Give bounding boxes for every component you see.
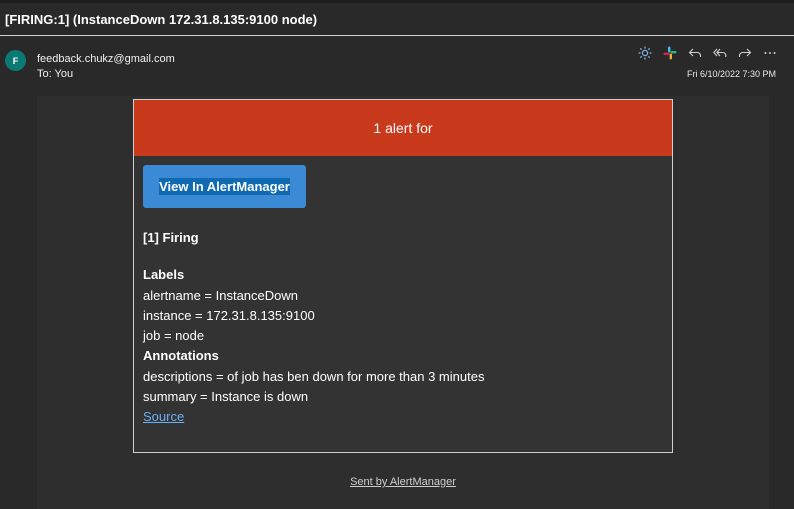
view-button-label: View In AlertManager bbox=[159, 178, 290, 195]
annotations-heading: Annotations bbox=[143, 348, 219, 364]
alert-header: 1 alert for bbox=[134, 100, 672, 156]
sender-address[interactable]: feedback.chukz@gmail.com bbox=[37, 53, 175, 65]
message-toolbar bbox=[636, 44, 778, 62]
sent-by-alertmanager-link[interactable]: Sent by AlertManager bbox=[0, 476, 794, 488]
alert-card: 1 alert for View In AlertManager [1] Fir… bbox=[133, 99, 673, 453]
label-line: job = node bbox=[143, 328, 205, 344]
forward-icon[interactable] bbox=[736, 45, 753, 62]
email-subject: [FIRING:1] (InstanceDown 172.31.8.135:91… bbox=[5, 12, 318, 27]
annotation-line: descriptions = of job has ben down for m… bbox=[143, 368, 485, 384]
sun-icon[interactable] bbox=[636, 45, 653, 62]
source-link[interactable]: Source bbox=[143, 409, 184, 424]
sender-avatar[interactable]: F bbox=[5, 50, 26, 71]
reply-all-icon[interactable] bbox=[711, 45, 728, 62]
label-line: instance = 172.31.8.135:9100 bbox=[143, 307, 315, 323]
slack-icon[interactable] bbox=[661, 45, 678, 62]
recipient-line: To: You bbox=[37, 68, 74, 80]
labels-heading: Labels bbox=[143, 267, 185, 283]
alert-details: [1] Firing Labels alertname = InstanceDo… bbox=[143, 228, 484, 428]
label-line: alertname = InstanceDown bbox=[143, 287, 299, 303]
firing-status: [1] Firing bbox=[143, 230, 199, 245]
annotation-line: summary = Instance is down bbox=[143, 389, 309, 405]
view-in-alertmanager-button[interactable]: View In AlertManager bbox=[143, 165, 306, 208]
more-icon[interactable] bbox=[761, 45, 778, 62]
sent-date: Fri 6/10/2022 7:30 PM bbox=[687, 69, 777, 79]
reply-icon[interactable] bbox=[686, 45, 703, 62]
subject-bar: [FIRING:1] (InstanceDown 172.31.8.135:91… bbox=[0, 0, 794, 36]
